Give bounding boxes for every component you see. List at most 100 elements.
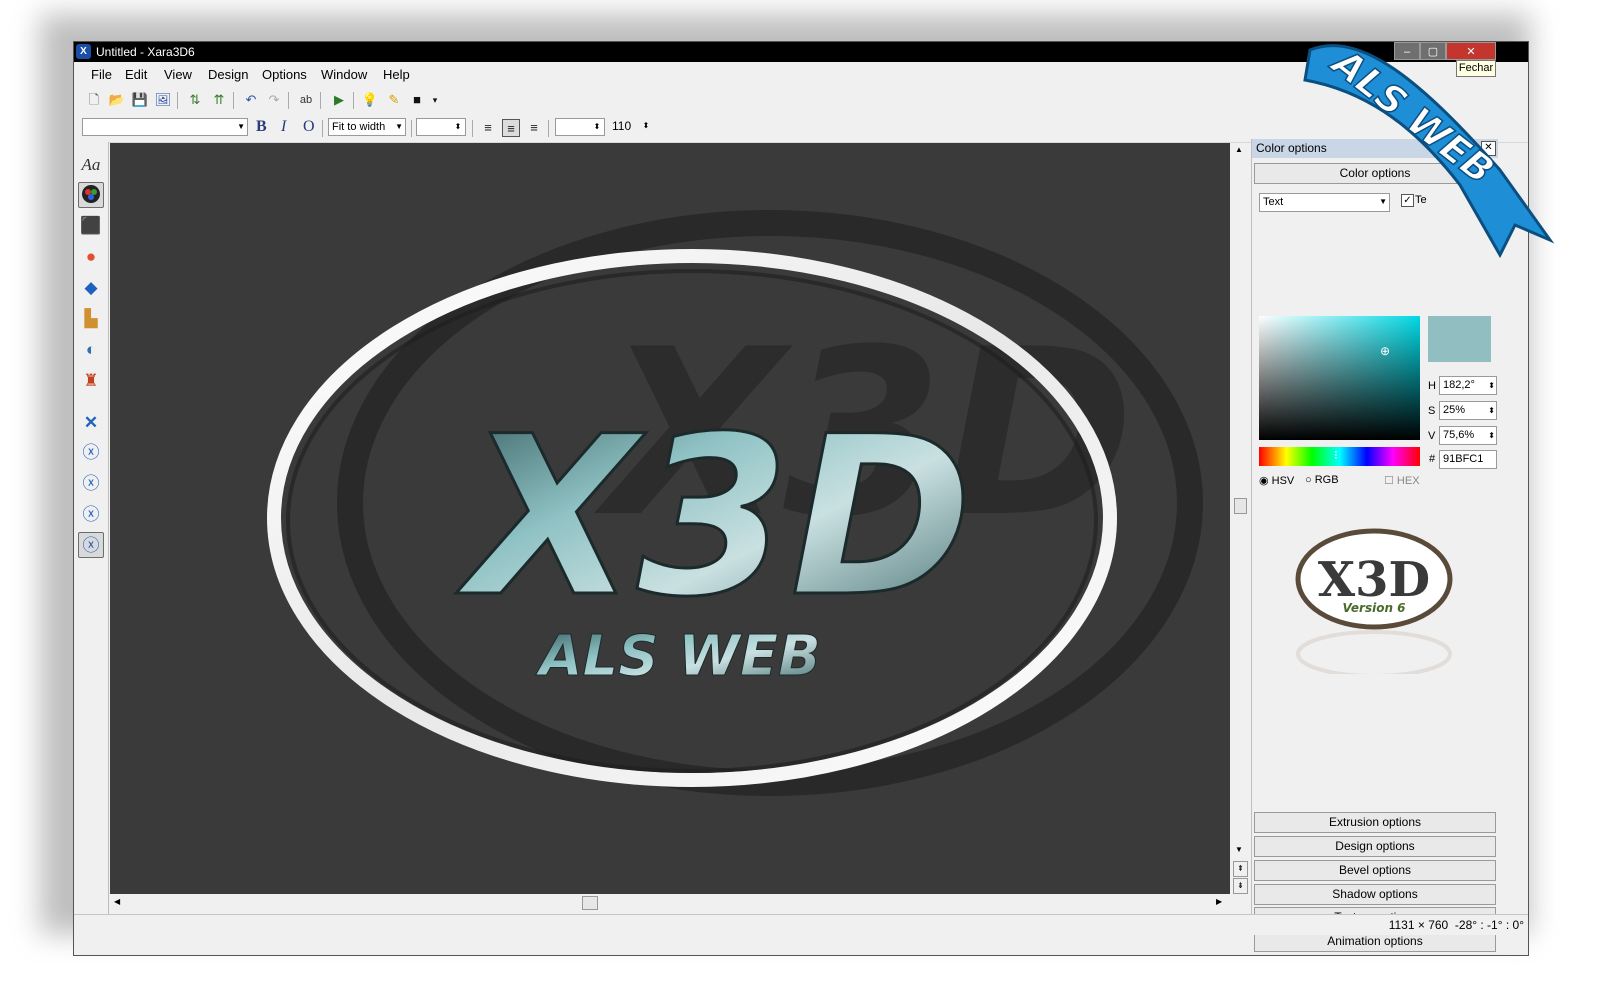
design-options-section[interactable]: Design options: [1254, 836, 1496, 857]
window-title: Untitled - Xara3D6: [96, 45, 195, 59]
toolbar-divider: [548, 120, 549, 137]
app-icon: X: [76, 44, 91, 59]
spell-icon[interactable]: ab: [297, 91, 315, 109]
x-style-4-icon[interactable]: ⓧ: [78, 502, 104, 528]
lightbulb-icon[interactable]: 💡: [361, 91, 379, 109]
bevel-options-section[interactable]: Bevel options: [1254, 860, 1496, 881]
value-field[interactable]: 75,6% ⬍: [1439, 426, 1497, 445]
x-style-1-icon[interactable]: ✕: [78, 410, 104, 436]
new-file-icon[interactable]: 🗋: [85, 91, 103, 109]
frame-icon[interactable]: ■: [408, 91, 426, 109]
font-select[interactable]: ▼: [82, 118, 248, 136]
zoom-select[interactable]: Fit to width ▼: [328, 118, 406, 136]
size-value: 110: [612, 119, 632, 133]
saturation-value-picker[interactable]: [1259, 316, 1420, 440]
stepper-arrows-icon: ⬍: [1488, 381, 1495, 390]
chevron-down-icon: ▼: [237, 122, 245, 131]
watermark-text: ALS WEB: [1322, 39, 1502, 193]
bevel-tool-icon[interactable]: ◆: [78, 275, 104, 301]
align-center-icon[interactable]: ≡: [502, 119, 520, 137]
export-icon[interactable]: 🖼: [154, 91, 172, 109]
spacing-stepper[interactable]: ⬍: [416, 118, 466, 136]
design-canvas[interactable]: X3D X3D ALS WEB: [110, 143, 1230, 894]
italic-button[interactable]: I: [281, 118, 286, 136]
hsv-radio[interactable]: ◉ HSV: [1259, 474, 1294, 487]
status-rotation: -28° : -1° : 0°: [1454, 918, 1524, 932]
toolbar-divider: [320, 92, 321, 109]
v-label: V: [1428, 430, 1436, 442]
scroll-right-icon[interactable]: ▶: [1216, 897, 1222, 906]
undo-icon[interactable]: ↶: [242, 91, 260, 109]
left-toolbar: Aa ⬛ ● ◆ ▙ ◐ ♜ ✕ ⓧ ⓧ ⓧ ⓧ: [74, 142, 109, 932]
toolbar-divider: [411, 120, 412, 137]
bold-button[interactable]: B: [256, 118, 267, 136]
stepper-arrows-icon: ⬍: [1488, 406, 1495, 415]
scroll-thumb[interactable]: [1234, 498, 1247, 514]
chevron-down-icon[interactable]: ▾: [426, 91, 444, 109]
hue-cursor-icon: ⁝: [1334, 448, 1338, 462]
scroll-left-icon[interactable]: ◀: [114, 897, 120, 906]
size-stepper[interactable]: 110 ⬍: [609, 118, 653, 136]
horizontal-scrollbar[interactable]: ◀ ▶: [110, 894, 1231, 912]
vertical-scrollbar[interactable]: ▲ ▼ ⇞ ⇟: [1231, 143, 1249, 894]
hex-field[interactable]: 91BFC1: [1439, 450, 1497, 469]
menu-design[interactable]: Design: [208, 67, 248, 82]
outline-button[interactable]: O: [303, 118, 315, 136]
wand-icon[interactable]: ✎: [385, 91, 403, 109]
toolbar-divider: [353, 92, 354, 109]
rgb-radio[interactable]: ○ RGB: [1305, 474, 1339, 486]
extrude-tool-icon[interactable]: ⬛: [78, 213, 104, 239]
watermark-ribbon: ALS WEB: [1303, 38, 1555, 259]
menu-window[interactable]: Window: [321, 67, 367, 82]
import-icon[interactable]: ⇅: [186, 91, 204, 109]
status-dimensions: 1131 × 760: [1388, 918, 1449, 932]
scroll-up-icon[interactable]: ▲: [1235, 145, 1243, 154]
open-folder-icon[interactable]: 📂: [108, 91, 126, 109]
stepper-arrows-icon: ⬍: [454, 122, 462, 131]
menu-options[interactable]: Options: [262, 67, 307, 82]
menu-file[interactable]: File: [91, 67, 112, 82]
extrusion-options-section[interactable]: Extrusion options: [1254, 812, 1496, 833]
toolbar-divider: [177, 92, 178, 109]
hash-label: #: [1429, 453, 1436, 465]
hue-slider[interactable]: [1259, 447, 1420, 466]
shadow-tool-icon[interactable]: ▙: [78, 306, 104, 332]
import-design-icon[interactable]: ⇈: [210, 91, 228, 109]
x-style-2-icon[interactable]: ⓧ: [78, 440, 104, 466]
shadow-options-section[interactable]: Shadow options: [1254, 884, 1496, 905]
menu-edit[interactable]: Edit: [125, 67, 147, 82]
toolbar-divider: [322, 120, 323, 137]
play-animation-icon[interactable]: ▶: [330, 91, 348, 109]
value-value: 75,6%: [1443, 429, 1475, 441]
color-tool-icon[interactable]: [78, 182, 104, 208]
hex-checkbox-label: HEX: [1396, 475, 1420, 487]
save-icon[interactable]: 💾: [131, 91, 149, 109]
main-logo-text: X3D: [455, 389, 972, 645]
scroll-thumb[interactable]: [582, 896, 598, 910]
texture-tool-icon[interactable]: ◐: [78, 337, 104, 363]
menu-help[interactable]: Help: [383, 67, 410, 82]
hex-checkbox[interactable]: ☐ HEX: [1384, 474, 1420, 487]
saturation-field[interactable]: 25% ⬍: [1439, 401, 1497, 420]
sphere-tool-icon[interactable]: ●: [78, 244, 104, 270]
redo-icon[interactable]: ↷: [265, 91, 283, 109]
hue-field[interactable]: 182,2° ⬍: [1439, 376, 1497, 395]
animation-tool-icon[interactable]: ♜: [78, 368, 104, 394]
page-up-icon[interactable]: ⇞: [1233, 861, 1248, 877]
current-color-swatch: [1428, 316, 1491, 362]
align-right-icon[interactable]: ≡: [525, 119, 543, 137]
x-style-5-icon[interactable]: ⓧ: [78, 532, 104, 558]
page-down-icon[interactable]: ⇟: [1233, 878, 1248, 894]
color-target-value: Text: [1263, 196, 1284, 208]
line-spacing-stepper[interactable]: ⬍: [555, 118, 605, 136]
scroll-down-icon[interactable]: ▼: [1235, 845, 1243, 854]
toolbar-divider: [233, 92, 234, 109]
menu-view[interactable]: View: [164, 67, 192, 82]
status-bar: 1131 × 760 -28° : -1° : 0°: [74, 914, 1528, 935]
x-style-3-icon[interactable]: ⓧ: [78, 471, 104, 497]
version-preview-logo: X3D Version 6: [1295, 528, 1453, 674]
align-left-icon[interactable]: ≡: [479, 119, 497, 137]
text-tool[interactable]: Aa: [78, 152, 104, 178]
picker-cursor-icon: ⊕: [1380, 344, 1391, 358]
preview-logo-text: X3D: [1318, 552, 1430, 608]
